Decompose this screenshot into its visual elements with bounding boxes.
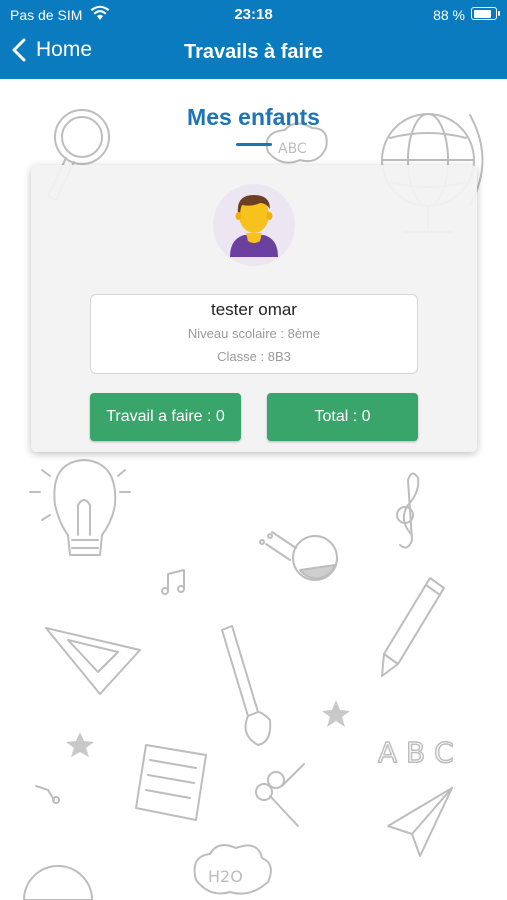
person-avatar-icon xyxy=(226,189,282,262)
battery-icon xyxy=(471,7,500,20)
section-underline xyxy=(236,143,272,146)
avatar xyxy=(213,184,295,266)
clock: 23:18 xyxy=(234,6,273,23)
paintbrush-doodle xyxy=(221,625,272,746)
child-card[interactable]: tester omar Niveau scolaire : 8ème Class… xyxy=(31,165,477,452)
h2o-text: H2O xyxy=(208,867,243,886)
book-doodle xyxy=(135,744,207,821)
section-title: Mes enfants xyxy=(187,104,320,130)
flask-doodle xyxy=(259,531,338,581)
child-info-box: tester omar Niveau scolaire : 8ème Class… xyxy=(90,294,418,374)
star-doodles xyxy=(66,700,350,757)
lightbulb-doodle xyxy=(29,459,131,556)
h2o-cloud-doodle: H2O xyxy=(193,844,272,895)
homework-count-button[interactable]: Travail a faire : 0 xyxy=(90,393,241,441)
scissors-doodle xyxy=(255,763,305,827)
child-name: tester omar xyxy=(211,300,297,319)
abc-bottom-text: A B C xyxy=(378,736,454,769)
child-grade-level: Niveau scolaire : 8ème xyxy=(187,326,321,341)
child-class: Classe : 8B3 xyxy=(217,349,291,364)
pencil-doodle xyxy=(381,577,445,677)
total-count-button[interactable]: Total : 0 xyxy=(267,393,418,441)
clef-doodle xyxy=(396,472,420,549)
pin-doodle xyxy=(35,785,60,804)
status-bar: Pas de SIM 23:18 88 % xyxy=(0,0,507,30)
music-note-doodle xyxy=(161,569,185,595)
navigation-bar: Home Travails à faire xyxy=(0,30,507,79)
abc-top-text: ABC xyxy=(278,141,307,157)
app-header: Pas de SIM 23:18 88 % Home Travails à fa… xyxy=(0,0,507,79)
paper-plane-doodle xyxy=(387,787,453,857)
battery-percent: 88 % xyxy=(433,7,465,23)
page-title: Travails à faire xyxy=(184,41,323,63)
ball-doodle xyxy=(23,865,93,900)
triangle-ruler-doodle xyxy=(45,627,141,695)
